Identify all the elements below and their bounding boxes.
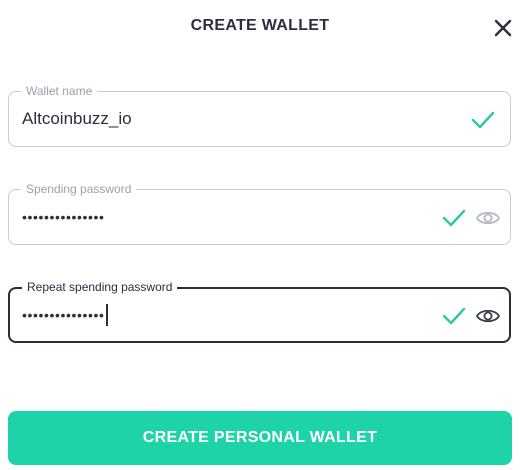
repeat-password-dots: •••••••••••••••	[22, 307, 105, 323]
create-wallet-dialog: CREATE WALLET Wallet name Altcoinbuzz_io…	[0, 0, 520, 470]
spending-password-value: •••••••••••••••	[22, 209, 105, 225]
repeat-spending-password-field[interactable]: Repeat spending password •••••••••••••••	[8, 279, 511, 343]
close-icon[interactable]	[490, 15, 516, 41]
text-caret	[105, 304, 108, 327]
eye-icon[interactable]	[475, 306, 501, 326]
wallet-name-field[interactable]: Wallet name Altcoinbuzz_io	[8, 83, 511, 147]
repeat-spending-password-value: •••••••••••••••	[22, 303, 108, 327]
create-personal-wallet-button[interactable]: CREATE PERSONAL WALLET	[8, 411, 512, 465]
eye-icon[interactable]	[475, 208, 501, 228]
check-icon	[471, 110, 495, 130]
wallet-name-label: Wallet name	[21, 83, 98, 99]
spending-password-field[interactable]: Spending password •••••••••••••••	[8, 181, 511, 245]
repeat-spending-password-label: Repeat spending password	[22, 279, 178, 295]
wallet-name-value: Altcoinbuzz_io	[22, 109, 132, 128]
spending-password-label: Spending password	[21, 181, 137, 197]
dialog-title: CREATE WALLET	[190, 17, 330, 34]
check-icon	[442, 208, 466, 228]
check-icon	[442, 306, 466, 326]
